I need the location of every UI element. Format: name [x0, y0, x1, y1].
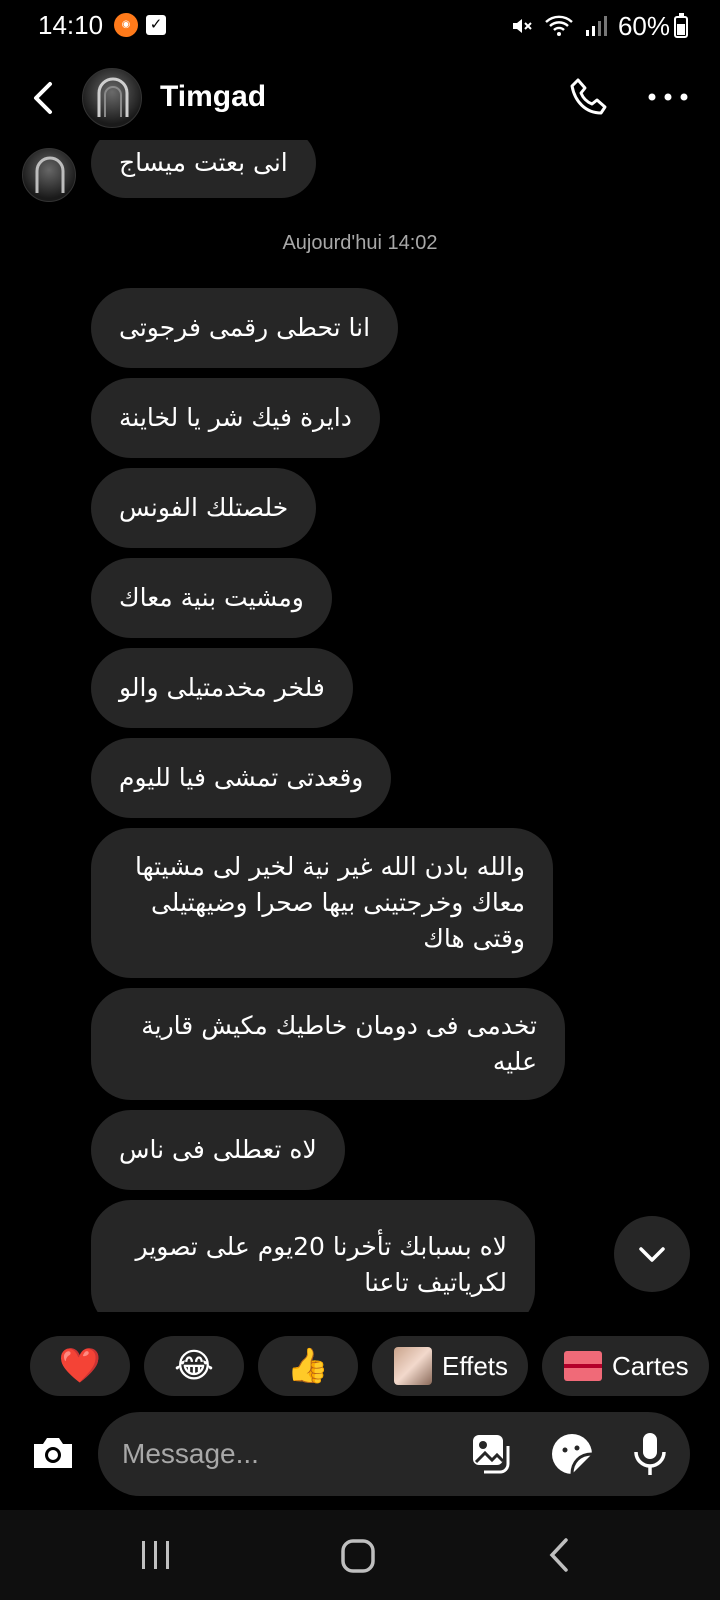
date-separator: Aujourd'hui 14:02	[282, 232, 438, 254]
camera-button[interactable]	[28, 1428, 78, 1478]
message-text: والله بادن الله غير نية لخير لى مشيتها م…	[134, 852, 525, 953]
gallery-button[interactable]	[470, 1432, 514, 1476]
chat-header: Timgad	[0, 60, 720, 140]
thumbs-up-icon: 👍	[286, 1347, 330, 1385]
message-bubble[interactable]: وقعدتى تمشى فيا لليوم	[91, 738, 392, 818]
back-arrow-icon	[549, 1538, 568, 1572]
voice-message-button[interactable]	[628, 1430, 672, 1478]
status-bar: 14:10 ◉ ✓ 60%	[0, 0, 720, 52]
effets-button[interactable]: Effets	[372, 1336, 529, 1396]
message-text: تخدمى فى دومان خاطيك مكيش قارية عليه	[141, 1011, 537, 1076]
message-bubble[interactable]: انا تحطى رقمى فرجوتى	[91, 288, 399, 368]
phone-icon	[570, 78, 607, 115]
checkbox-notification-icon: ✓	[146, 15, 166, 35]
screen-recorder-icon: ◉	[114, 13, 138, 37]
message-text: لاه تعطلى فى ناس	[119, 1135, 317, 1164]
message-text: فلخر مخدمتيلى والو	[119, 673, 325, 702]
message-bubble[interactable]: خلصتلك الفونس	[91, 468, 317, 548]
thumbs-up-reaction-button[interactable]: 👍	[258, 1336, 358, 1396]
message-text: ومشيت بنية معاك	[119, 583, 304, 612]
message-bubble[interactable]: والله بادن الله غير نية لخير لى مشيتها م…	[91, 828, 553, 978]
signal-icon	[585, 16, 607, 36]
effets-thumbnail	[394, 1347, 432, 1385]
cartes-button[interactable]: Cartes	[542, 1336, 709, 1396]
laugh-reaction-button[interactable]: 😂	[144, 1336, 244, 1396]
back-button[interactable]	[22, 76, 66, 120]
system-back-button[interactable]	[546, 1536, 574, 1574]
chevron-down-icon	[639, 1247, 665, 1262]
mute-icon	[512, 19, 532, 33]
message-text: انی بعتت میساج	[119, 148, 288, 177]
sticker-icon	[552, 1434, 593, 1475]
home-button[interactable]	[340, 1538, 376, 1574]
message-bubble[interactable]: لاه بسبابك تأخرنا 20يوم على تصوير لكريات…	[91, 1200, 535, 1312]
battery-percentage: 60%	[617, 10, 670, 41]
system-nav-bar	[0, 1510, 720, 1600]
status-time: 14:10	[38, 10, 104, 40]
scroll-to-bottom-button[interactable]	[614, 1216, 690, 1292]
cartes-label: Cartes	[612, 1350, 689, 1381]
chevron-left-icon	[34, 82, 52, 114]
effets-label: Effets	[442, 1350, 509, 1381]
wifi-icon	[545, 15, 573, 36]
message-text: وقعدتى تمشى فيا لليوم	[119, 763, 364, 792]
recent-apps-button[interactable]	[138, 1538, 174, 1572]
message-input[interactable]	[122, 1412, 442, 1496]
home-icon	[341, 1539, 375, 1573]
battery-icon	[674, 13, 688, 38]
status-icons: 60%	[510, 10, 670, 42]
message-bubble[interactable]: دايرة فيك شر يا لخاينة	[91, 378, 380, 458]
laughing-emoji-icon: 😂	[174, 1347, 214, 1385]
message-composer	[98, 1412, 690, 1496]
message-bubble[interactable]: تخدمى فى دومان خاطيك مكيش قارية عليه	[91, 988, 565, 1100]
sender-avatar[interactable]	[22, 148, 76, 202]
audio-call-button[interactable]	[566, 76, 612, 122]
message-text: لاه بسبابك تأخرنا 20يوم على تصوير لكريات…	[135, 1232, 507, 1297]
microphone-icon	[634, 1433, 666, 1475]
camera-icon	[34, 1438, 72, 1468]
heart-icon: ❤️	[58, 1347, 102, 1385]
message-bubble[interactable]: ومشيت بنية معاك	[91, 558, 332, 638]
message-text: انا تحطى رقمى فرجوتى	[119, 313, 371, 342]
message-bubble[interactable]: لاه تعطلى فى ناس	[91, 1110, 345, 1190]
message-thread[interactable]: انی بعتت میساج Aujourd'hui 14:02 انا تحط…	[0, 140, 720, 1312]
quick-reactions-bar: ❤️ 😂 👍 Effets Cartes	[30, 1336, 709, 1396]
more-options-button[interactable]	[646, 82, 690, 112]
more-horizontal-icon	[648, 93, 688, 101]
contact-name[interactable]: Timgad	[160, 80, 266, 114]
recent-apps-icon	[142, 1541, 169, 1569]
heart-reaction-button[interactable]: ❤️	[30, 1336, 130, 1396]
gift-card-icon	[564, 1351, 603, 1381]
gallery-icon	[473, 1435, 510, 1474]
message-bubble[interactable]: انی بعتت میساج	[91, 140, 316, 198]
message-text: دايرة فيك شر يا لخاينة	[119, 403, 352, 432]
message-bubble[interactable]: فلخر مخدمتيلى والو	[91, 648, 353, 728]
contact-avatar[interactable]	[82, 68, 142, 128]
sticker-button[interactable]	[550, 1432, 594, 1476]
message-text: خلصتلك الفونس	[119, 493, 289, 522]
